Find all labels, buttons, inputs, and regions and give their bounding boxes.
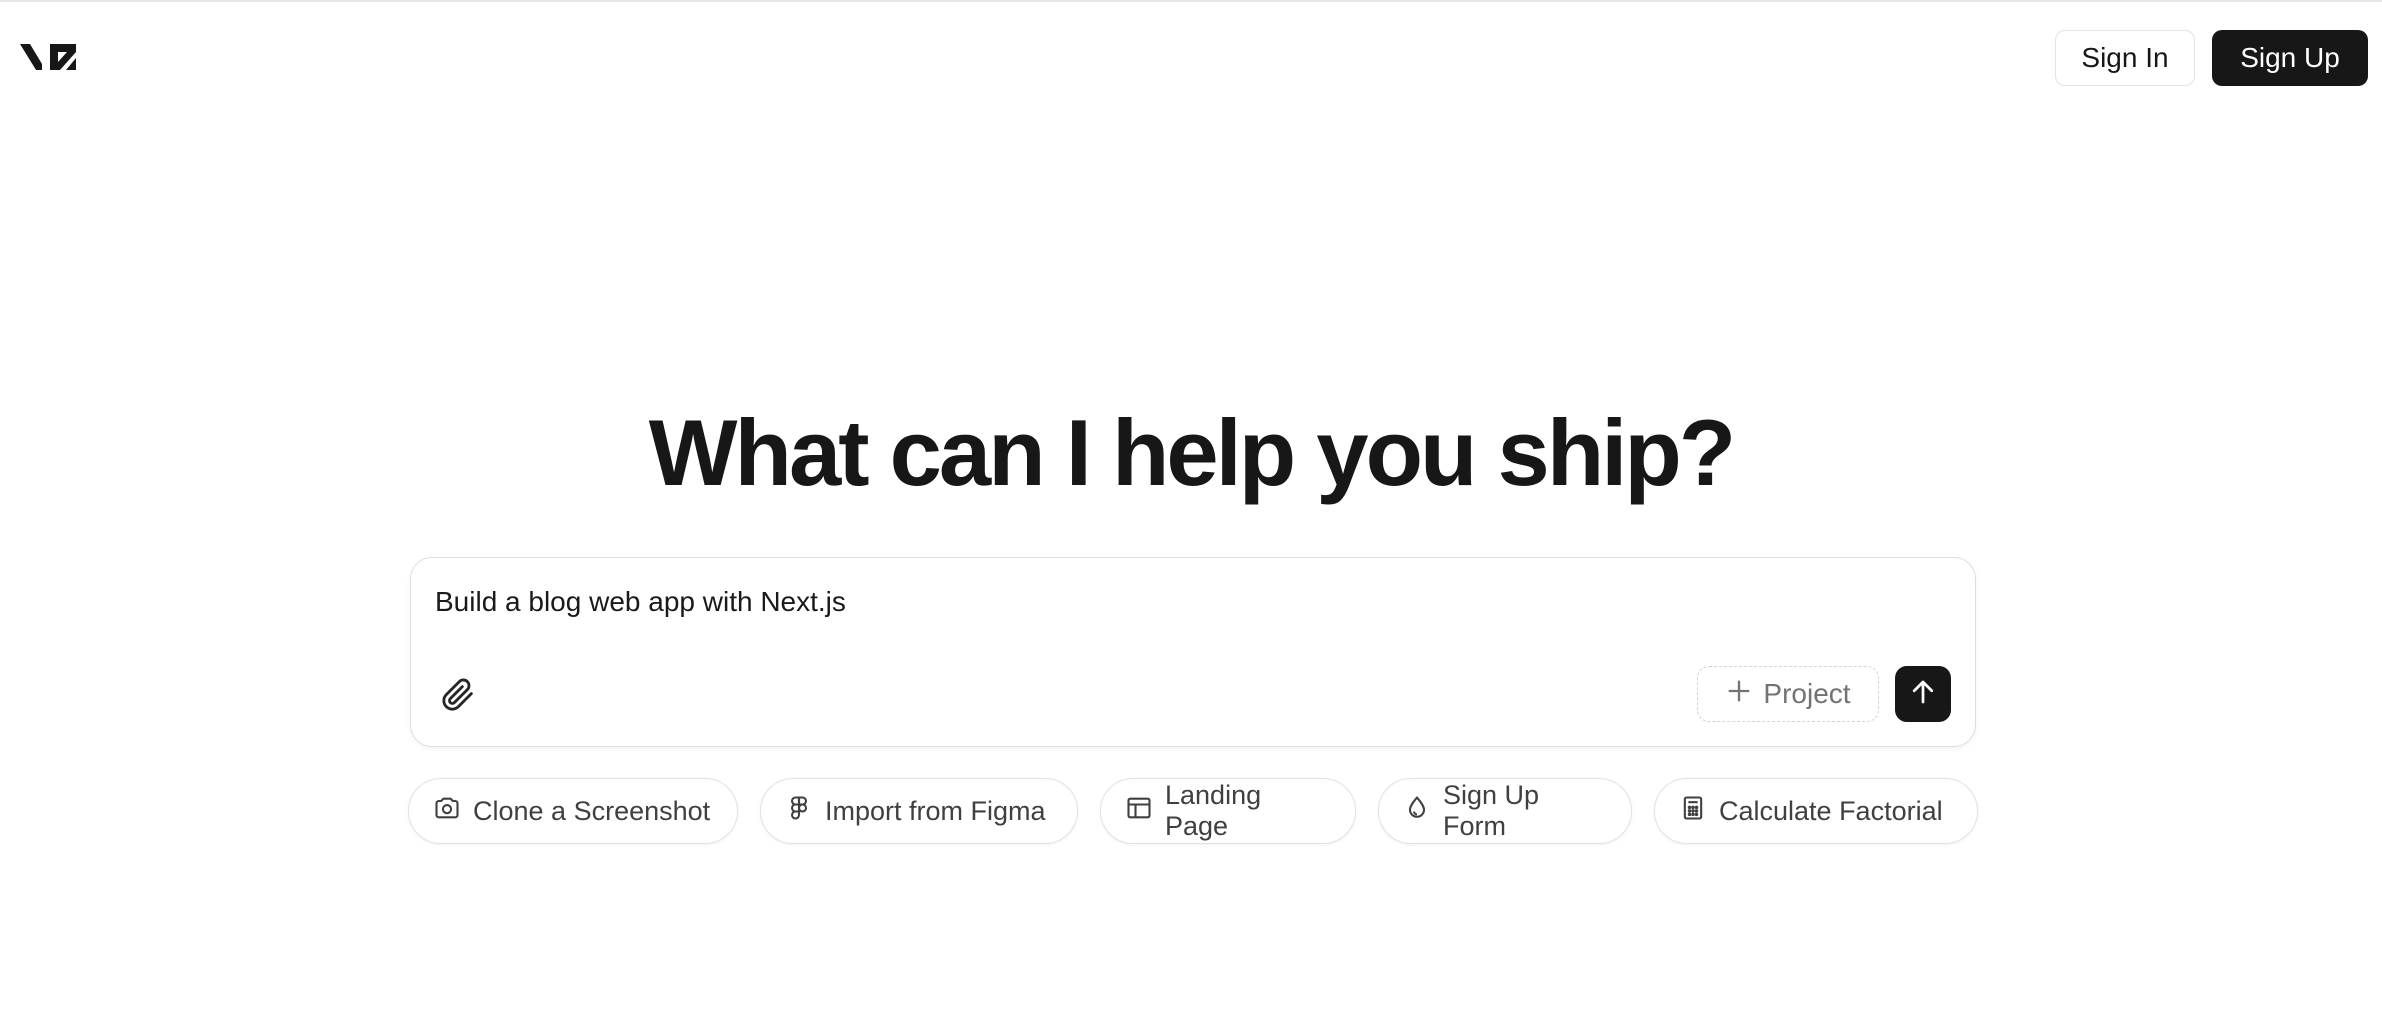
page-title: What can I help you ship? <box>648 400 1736 505</box>
plus-icon <box>1725 677 1753 712</box>
suggestion-import-figma[interactable]: Import from Figma <box>760 778 1078 844</box>
suggestion-landing-page[interactable]: Landing Page <box>1100 778 1356 844</box>
layout-icon <box>1125 794 1153 829</box>
suggestion-label: Import from Figma <box>825 795 1046 826</box>
suggestion-calculate-factorial[interactable]: Calculate Factorial <box>1654 778 1978 844</box>
suggestion-chips: Clone a Screenshot Import from Figma Lan… <box>0 778 2382 846</box>
droplet-icon <box>1403 794 1431 829</box>
suggestion-label: Calculate Factorial <box>1719 795 1943 826</box>
suggestion-label: Clone a Screenshot <box>473 795 711 826</box>
project-label: Project <box>1763 678 1851 709</box>
sign-in-button[interactable]: Sign In <box>2055 30 2195 86</box>
paperclip-icon[interactable] <box>437 674 479 716</box>
camera-icon <box>433 794 461 829</box>
suggestion-sign-up-form[interactable]: Sign Up Form <box>1378 778 1632 844</box>
figma-icon <box>785 794 813 829</box>
suggestion-label: Landing Page <box>1165 780 1262 841</box>
prompt-input[interactable] <box>435 586 1935 618</box>
header: Sign In Sign Up <box>0 2 2382 112</box>
sign-up-button[interactable]: Sign Up <box>2212 30 2368 86</box>
send-button[interactable] <box>1895 666 1951 722</box>
add-project-button[interactable]: Project <box>1697 666 1879 722</box>
arrow-up-icon <box>1908 677 1938 712</box>
prompt-box: Project <box>410 557 1976 747</box>
calculator-icon <box>1679 794 1707 829</box>
suggestion-label: Sign Up Form <box>1443 780 1540 841</box>
suggestion-clone-screenshot[interactable]: Clone a Screenshot <box>408 778 738 844</box>
v0-logo-icon[interactable] <box>20 40 84 74</box>
